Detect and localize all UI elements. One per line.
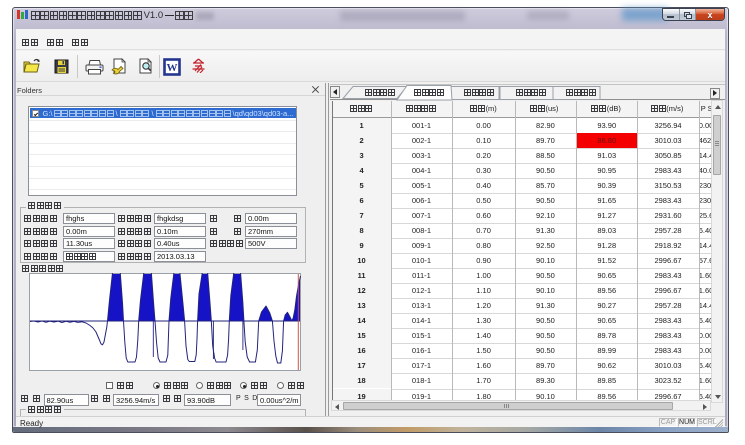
svg-text:W: W: [167, 62, 178, 74]
